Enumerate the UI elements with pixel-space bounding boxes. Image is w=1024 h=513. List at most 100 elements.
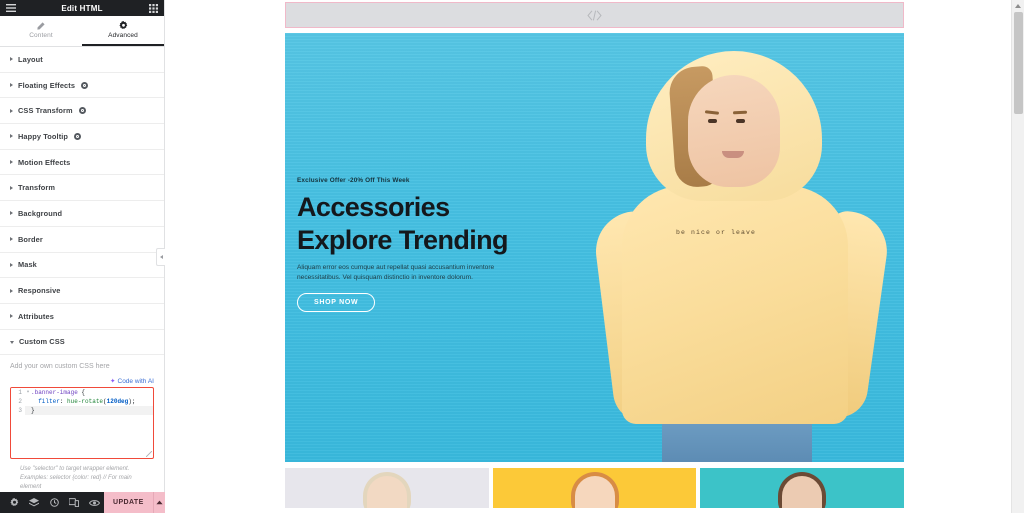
product-card-2[interactable]	[492, 468, 697, 508]
code-brackets-icon	[587, 9, 602, 21]
section-label: Transform	[18, 183, 56, 193]
chevron-right-icon	[10, 314, 13, 319]
html-widget-placeholder[interactable]	[285, 2, 904, 28]
pro-badge-icon	[74, 132, 82, 140]
code-with-ai-link[interactable]: ✦ Code with AI	[110, 377, 155, 386]
grid-apps-icon[interactable]	[148, 3, 159, 14]
product-cards-row	[285, 468, 905, 508]
chevron-right-icon	[10, 83, 13, 88]
scrollbar-thumb[interactable]	[1014, 12, 1023, 114]
product-card-1[interactable]	[285, 468, 489, 508]
tab-advanced[interactable]: Advanced	[82, 16, 164, 46]
model-eye-right	[736, 119, 745, 123]
elementor-editor: Edit HTML Content Advanced Layout Floati…	[0, 0, 1024, 513]
shop-now-button[interactable]: SHOP NOW	[297, 293, 376, 313]
chevron-right-icon	[10, 134, 13, 139]
panel-sections: Layout Floating Effects CSS Transform Ha…	[0, 47, 164, 356]
card-model-face	[782, 476, 823, 508]
tab-advanced-label: Advanced	[108, 32, 138, 39]
panel-header: Edit HTML	[0, 0, 164, 16]
section-label: Background	[18, 208, 63, 218]
custom-css-code-editor[interactable]: 1 ▾ .banner-image { 2 filter: hue-rotate…	[10, 387, 154, 460]
tab-content-label: Content	[29, 32, 53, 39]
hero-description: Aliquam error eos cumque aut repellat qu…	[297, 263, 495, 282]
section-transform[interactable]: Transform	[0, 175, 164, 202]
selector-usage-hint: Use "selector" to target wrapper element…	[20, 466, 132, 491]
chevron-right-icon	[10, 237, 13, 242]
code-line: 2 filter: hue-rotate(120deg);	[11, 397, 153, 407]
section-label: Motion Effects	[18, 157, 71, 167]
section-mask[interactable]: Mask	[0, 252, 164, 279]
chevron-up-icon[interactable]	[152, 492, 165, 513]
navigator-layers-icon[interactable]	[24, 492, 44, 513]
sparkle-icon: ✦	[110, 378, 116, 386]
section-layout[interactable]: Layout	[0, 47, 164, 73]
responsive-mode-icon[interactable]	[64, 492, 84, 513]
canvas-scrollbar[interactable]	[1011, 0, 1024, 513]
product-card-3[interactable]	[700, 468, 905, 508]
css-function-token: hue-rotate	[67, 398, 104, 406]
pro-badge-icon	[78, 107, 86, 115]
section-motion-effects[interactable]: Motion Effects	[0, 149, 164, 176]
css-value-token: 120deg	[106, 398, 129, 406]
hero-kicker: Exclusive Offer -20% Off This Week	[297, 177, 410, 184]
section-floating-effects[interactable]: Floating Effects	[0, 72, 164, 99]
panel-collapse-arrow-icon[interactable]	[156, 248, 165, 266]
hamburger-menu-icon[interactable]	[5, 3, 16, 14]
preview-eye-icon[interactable]	[84, 492, 104, 513]
chevron-right-icon	[10, 185, 13, 190]
section-label: Responsive	[18, 286, 61, 296]
history-revisions-icon[interactable]	[44, 492, 64, 513]
chevron-right-icon	[10, 57, 13, 62]
settings-gear-icon[interactable]	[4, 492, 24, 513]
hero-model-image: be nice or leave	[584, 33, 893, 462]
code-text: .banner-image {	[31, 388, 85, 397]
section-label: Attributes	[18, 311, 54, 321]
chevron-right-icon	[10, 262, 13, 267]
hoodie-print-text: be nice or leave	[676, 229, 757, 236]
hero-banner[interactable]: be nice or leave Exclusive Offer -20% Of…	[285, 33, 904, 462]
chevron-right-icon	[10, 288, 13, 293]
preview-canvas: be nice or leave Exclusive Offer -20% Of…	[165, 0, 1024, 513]
section-custom-css[interactable]: Custom CSS	[0, 329, 164, 356]
section-happy-tooltip[interactable]: Happy Tooltip	[0, 124, 164, 150]
hero-title-line1: Accessories	[297, 192, 450, 222]
chevron-right-icon	[10, 108, 13, 113]
pencil-icon	[37, 21, 45, 30]
model-face	[688, 75, 780, 187]
code-editor-resize-handle[interactable]	[146, 451, 152, 458]
section-css-transform[interactable]: CSS Transform	[0, 98, 164, 125]
gear-icon	[118, 21, 128, 30]
chevron-right-icon	[10, 211, 13, 216]
code-brace: {	[77, 389, 86, 397]
update-button[interactable]: UPDATE	[104, 492, 153, 513]
section-label: Layout	[18, 54, 43, 64]
section-attributes[interactable]: Attributes	[0, 303, 164, 330]
tab-content[interactable]: Content	[0, 16, 82, 46]
code-with-ai-row: ✦ Code with AI	[10, 377, 155, 386]
section-border[interactable]: Border	[0, 226, 164, 253]
card-model-face	[574, 476, 615, 508]
hero-title-line2: Explore Trending	[297, 224, 509, 255]
section-label: Mask	[18, 260, 37, 270]
scroll-up-arrow-icon[interactable]	[1012, 0, 1024, 12]
hero-copy: Exclusive Offer -20% Off This Week Acces…	[297, 177, 547, 313]
section-background[interactable]: Background	[0, 201, 164, 227]
line-number: 3	[11, 406, 25, 416]
code-text: }	[31, 407, 35, 415]
editor-panel: Edit HTML Content Advanced Layout Floati…	[0, 0, 165, 513]
section-responsive[interactable]: Responsive	[0, 278, 164, 304]
chevron-right-icon	[10, 160, 13, 165]
model-mouth	[722, 151, 744, 158]
card-model-face	[366, 476, 407, 508]
section-label: Custom CSS	[19, 337, 65, 347]
code-line-active: 3 }	[11, 406, 153, 416]
code-with-ai-label: Code with AI	[117, 377, 155, 385]
css-property-token: filter	[38, 398, 60, 406]
section-label: CSS Transform	[18, 106, 73, 116]
line-number: 1	[11, 388, 25, 398]
custom-css-body: Add your own custom CSS here ✦ Code with…	[0, 355, 164, 492]
line-number: 2	[11, 397, 25, 407]
custom-css-hint: Add your own custom CSS here	[10, 363, 110, 371]
section-label: Happy Tooltip	[18, 131, 69, 141]
